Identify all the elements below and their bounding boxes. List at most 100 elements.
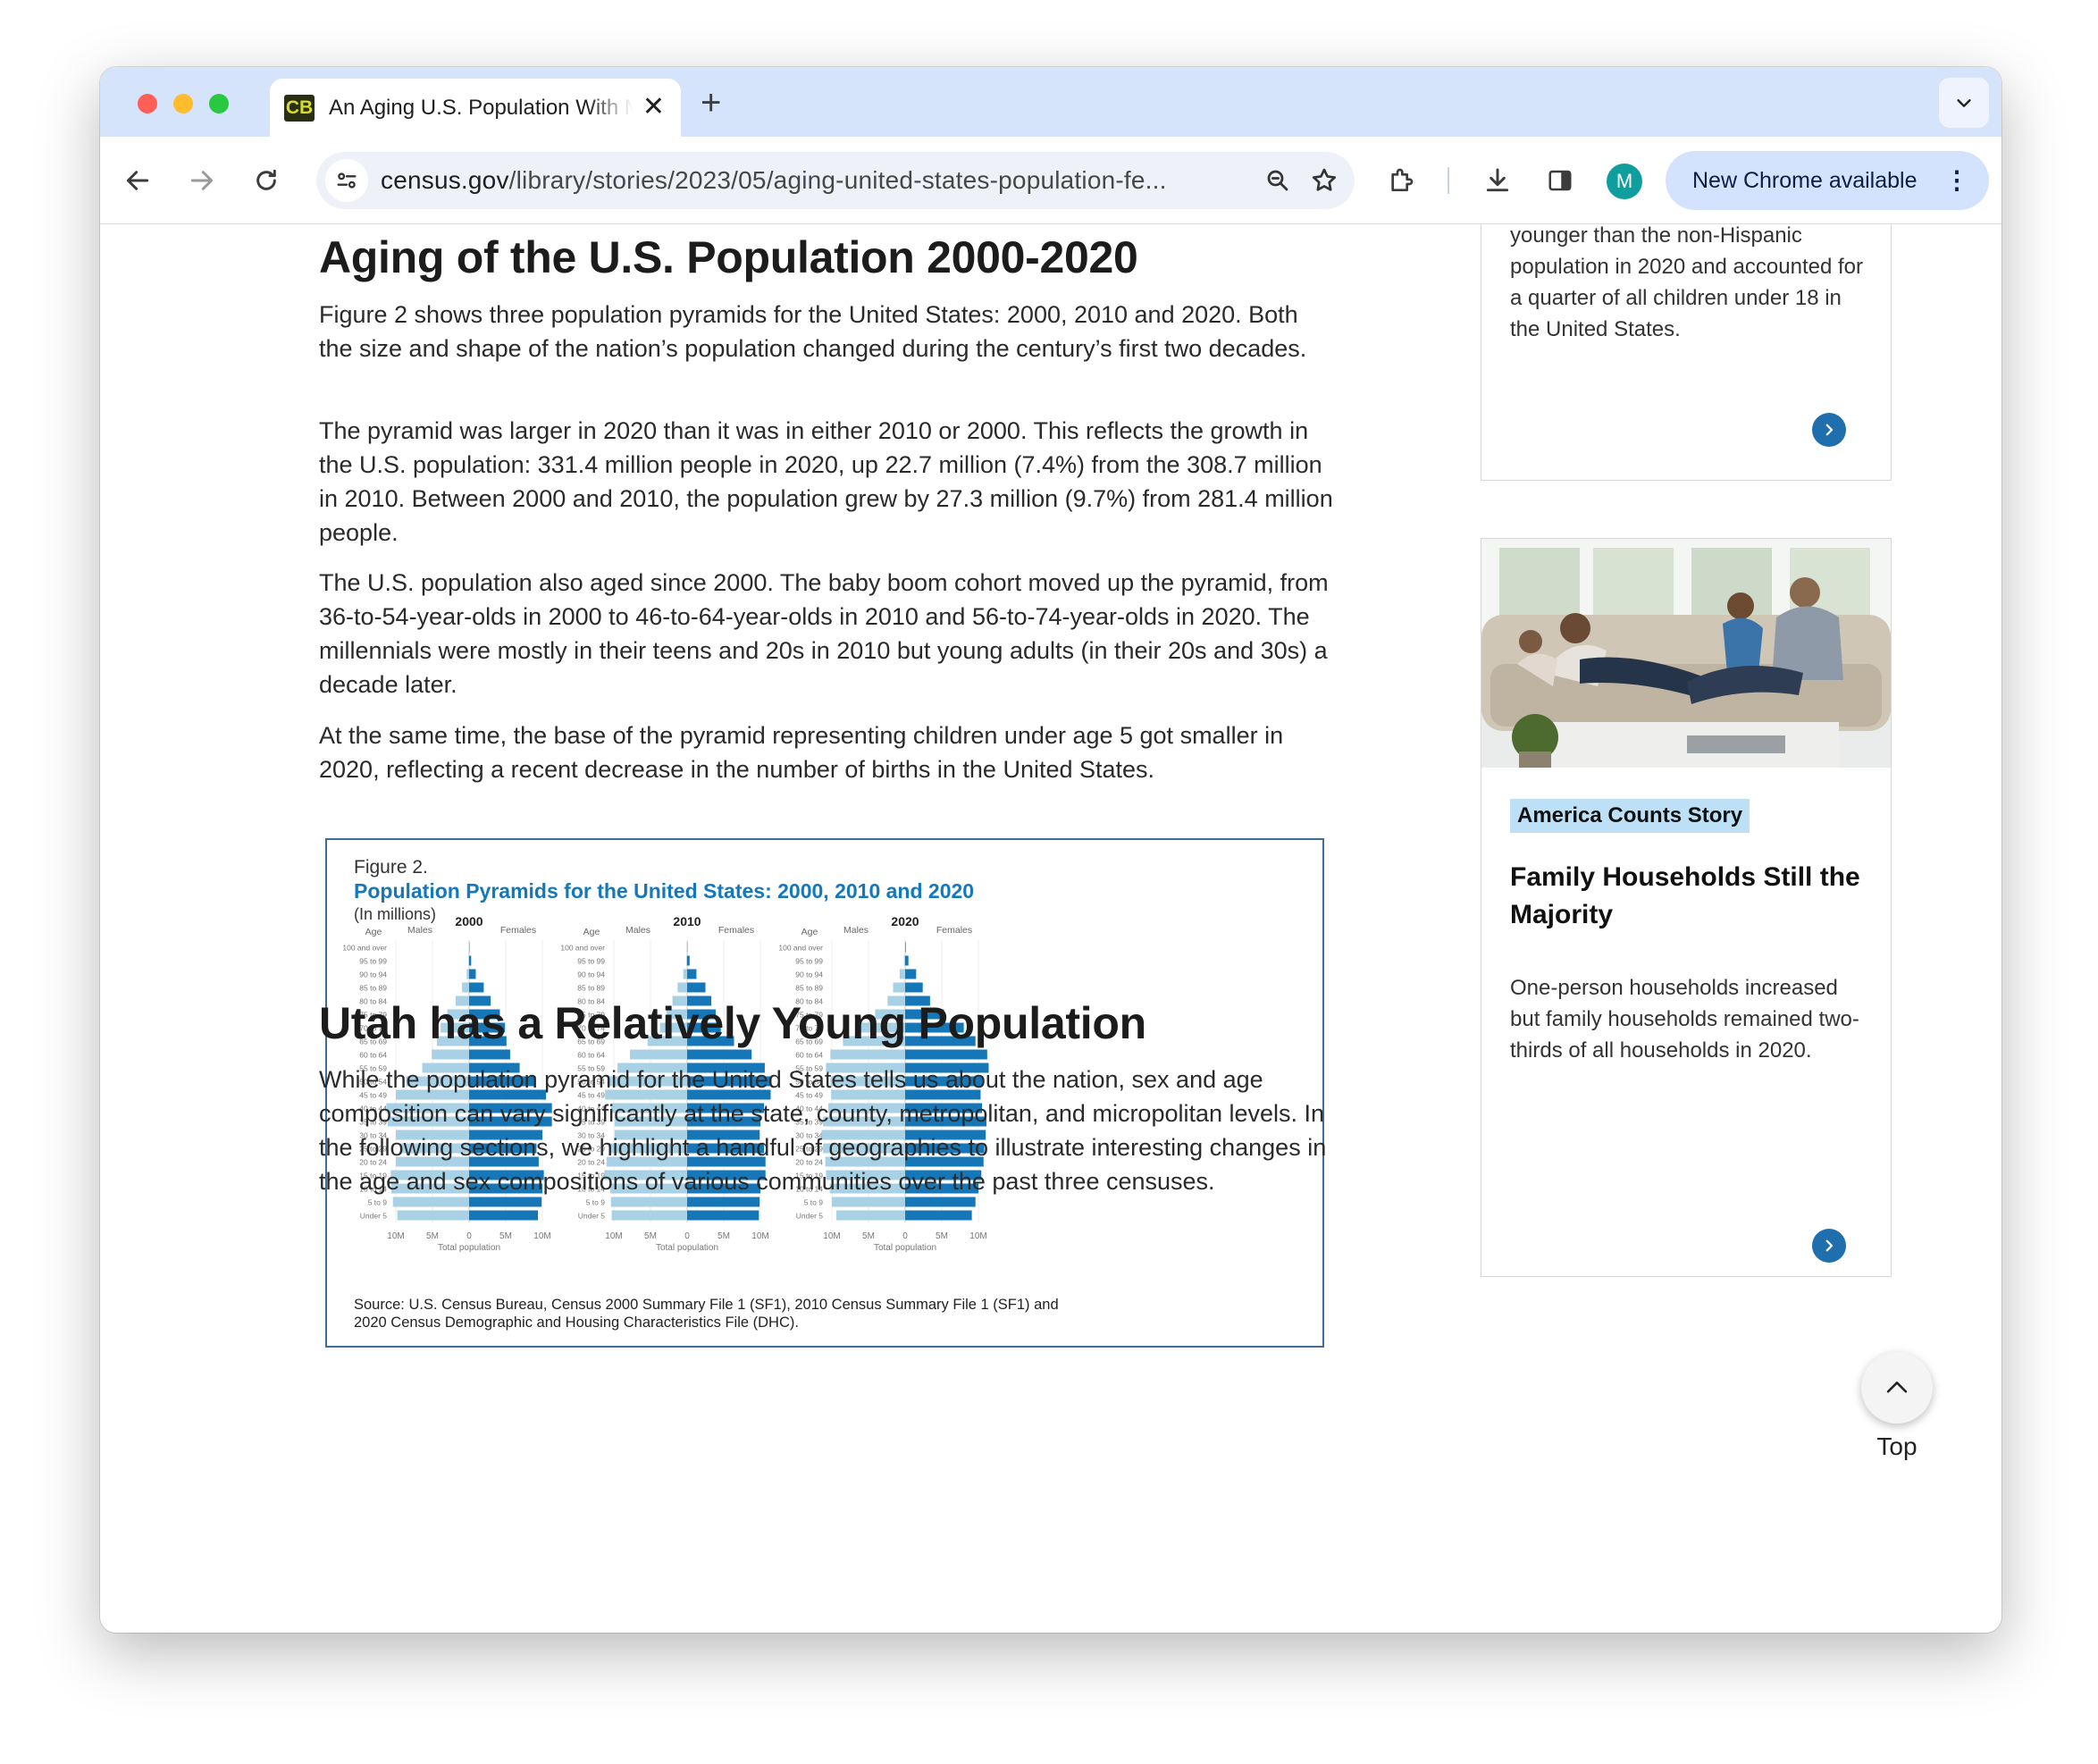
- age-axis-header: Age: [801, 927, 818, 937]
- toolbar-divider: [1448, 167, 1449, 194]
- back-arrow-icon: [126, 171, 149, 190]
- card-title[interactable]: Family Households Still the Majority: [1510, 859, 1867, 934]
- browser-toolbar: census.gov/library/stories/2023/05/aging…: [100, 137, 2001, 224]
- side-panel-button[interactable]: [1539, 159, 1582, 202]
- females-label: Females: [936, 925, 972, 936]
- back-to-top-label[interactable]: Top: [1865, 1432, 1929, 1461]
- zoom-icon: [1267, 170, 1288, 191]
- url-text[interactable]: census.gov/library/stories/2023/05/aging…: [381, 166, 1229, 195]
- url-path: /library/stories/2023/05/aging-united-st…: [508, 166, 1167, 194]
- new-tab-button[interactable]: +: [701, 85, 721, 121]
- zoom-window-button[interactable]: [209, 94, 229, 113]
- reload-button[interactable]: [245, 159, 288, 202]
- paragraph-5: While the population pyramid for the Uni…: [319, 1066, 1327, 1195]
- female-bar: [687, 1210, 759, 1221]
- age-tick-label: 85 to 89: [359, 984, 387, 993]
- x-tick-label: 10M: [823, 1231, 840, 1241]
- male-bar: [893, 982, 905, 993]
- age-tick-label: 5 to 9: [586, 1198, 606, 1207]
- male-bar: [392, 1197, 469, 1207]
- female-bar: [905, 942, 906, 953]
- male-bar: [397, 1210, 469, 1221]
- back-button[interactable]: [116, 159, 159, 202]
- x-tick-label: 10M: [969, 1231, 986, 1241]
- paragraph-2: The pyramid was larger in 2020 than it w…: [319, 417, 1333, 546]
- age-tick-label: 60 to 64: [795, 1051, 823, 1060]
- card-arrow-button[interactable]: [1812, 1229, 1846, 1263]
- paragraph-3: The U.S. population also aged since 2000…: [319, 569, 1329, 698]
- female-bar: [469, 1210, 539, 1221]
- figure-title: Population Pyramids for the United State…: [354, 879, 974, 903]
- female-bar: [687, 1049, 752, 1060]
- card-arrow-button[interactable]: [1812, 413, 1846, 447]
- female-bar: [687, 982, 706, 993]
- related-story-card-family[interactable]: America Counts Story Family Households S…: [1481, 538, 1892, 1277]
- female-bar: [469, 1197, 542, 1207]
- age-tick-label: 60 to 64: [577, 1051, 605, 1060]
- x-tick-label: 5M: [644, 1231, 657, 1241]
- tab-close-icon[interactable]: ✕: [642, 91, 665, 123]
- section-heading-utah: Utah has a Relatively Young Population: [319, 998, 1146, 1048]
- family-photo[interactable]: [1481, 539, 1891, 768]
- url-domain: census.gov: [381, 166, 509, 194]
- tab-search-button[interactable]: [1939, 78, 1989, 128]
- chevron-right-icon: [1825, 424, 1834, 436]
- female-bar: [469, 955, 472, 966]
- age-axis-header: Age: [365, 927, 382, 937]
- story-tag: America Counts Story: [1510, 799, 1750, 833]
- chevron-right-icon: [1825, 1239, 1834, 1252]
- minimize-window-button[interactable]: [173, 94, 193, 113]
- profile-avatar[interactable]: M: [1607, 164, 1642, 199]
- male-bar: [832, 1197, 905, 1207]
- related-story-card[interactable]: younger than the non-Hispanic population…: [1481, 224, 1892, 481]
- close-window-button[interactable]: [138, 94, 157, 113]
- age-tick-label: 85 to 89: [577, 984, 605, 993]
- panel-title: 2020: [891, 914, 919, 928]
- forward-button[interactable]: [180, 159, 223, 202]
- card-summary: younger than the non-Hispanic population…: [1510, 224, 1863, 341]
- x-tick-label: 10M: [387, 1231, 404, 1241]
- female-bar: [905, 969, 917, 979]
- favicon: CB: [284, 94, 315, 122]
- x-tick-label: 5M: [936, 1231, 948, 1241]
- x-tick-label: 5M: [718, 1231, 730, 1241]
- x-tick-label: 10M: [533, 1231, 550, 1241]
- bookmark-star-icon: [1312, 168, 1337, 191]
- age-tick-label: 95 to 99: [577, 957, 605, 966]
- back-to-top-button[interactable]: [1861, 1352, 1933, 1424]
- male-bar: [611, 1210, 687, 1221]
- female-bar: [905, 1210, 972, 1221]
- extensions-button[interactable]: [1380, 159, 1422, 202]
- x-axis-label: Total population: [874, 1243, 936, 1253]
- male-bar: [432, 1049, 469, 1060]
- kebab-menu-icon[interactable]: ⋮: [1944, 151, 1969, 210]
- address-bar[interactable]: census.gov/library/stories/2023/05/aging…: [316, 152, 1355, 209]
- tab-strip: CB An Aging U.S. Population With Many Fa…: [100, 67, 2001, 137]
- extensions-icon: [1391, 168, 1414, 191]
- female-bar: [687, 955, 690, 966]
- male-bar: [677, 982, 687, 993]
- age-axis-header: Age: [583, 927, 600, 937]
- male-bar: [683, 969, 687, 979]
- page-content: Aging of the U.S. Population 2000-2020 F…: [100, 224, 2001, 1633]
- site-info-icon: [337, 172, 357, 189]
- card-summary: One-person households increased but fami…: [1510, 976, 1859, 1063]
- x-tick-label: 5M: [862, 1231, 875, 1241]
- paragraph-1: Figure 2 shows three population pyramids…: [319, 301, 1307, 362]
- age-tick-label: 5 to 9: [804, 1198, 824, 1207]
- females-label: Females: [500, 925, 536, 936]
- bookmark-button[interactable]: [1303, 159, 1346, 202]
- x-tick-label: 5M: [426, 1231, 439, 1241]
- x-tick-label: 0: [684, 1231, 690, 1241]
- male-bar: [835, 1210, 905, 1221]
- download-icon: [1486, 168, 1509, 192]
- zoom-button[interactable]: [1256, 159, 1299, 202]
- male-bar: [903, 955, 905, 966]
- downloads-button[interactable]: [1476, 159, 1519, 202]
- new-chrome-label: New Chrome available: [1692, 168, 1918, 193]
- male-bar: [468, 955, 469, 966]
- male-bar: [630, 1049, 687, 1060]
- active-tab[interactable]: CB An Aging U.S. Population With Many Fa…: [270, 79, 681, 137]
- new-chrome-available-button[interactable]: New Chrome available ⋮: [1666, 151, 1989, 210]
- site-info-button[interactable]: [325, 159, 368, 202]
